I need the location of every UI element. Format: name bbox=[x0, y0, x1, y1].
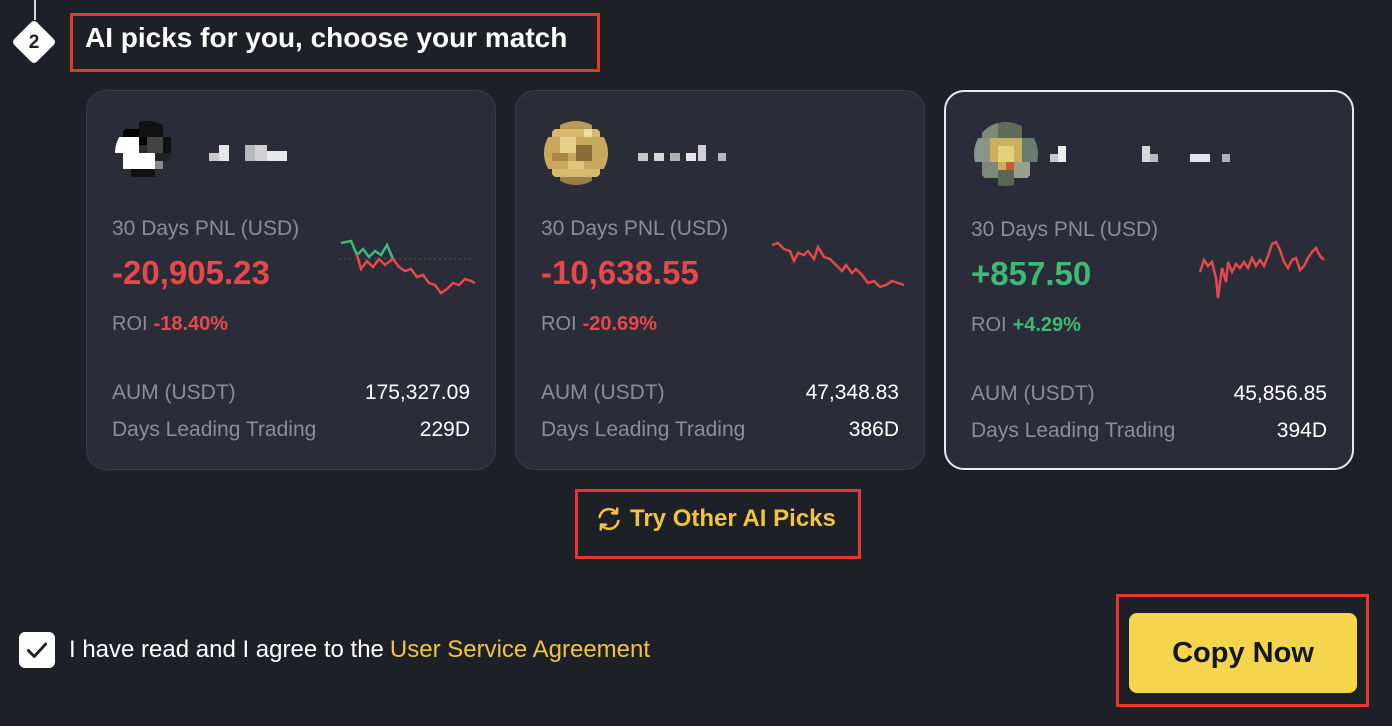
pnl-label: 30 Days PNL (USD) bbox=[971, 218, 1159, 241]
trader-avatar bbox=[115, 121, 179, 185]
pnl-value: -20,905.23 bbox=[112, 254, 270, 291]
try-other-picks-button[interactable]: Try Other AI Picks bbox=[594, 504, 836, 534]
aum-label: AUM (USDT) bbox=[541, 381, 665, 404]
trader-avatar bbox=[544, 121, 608, 185]
pnl-label: 30 Days PNL (USD) bbox=[112, 217, 300, 240]
roi-label: ROI bbox=[971, 314, 1007, 336]
roi-value: +4.29% bbox=[1012, 314, 1081, 336]
section-title: AI picks for you, choose your match bbox=[85, 22, 568, 53]
pnl-sparkline bbox=[771, 241, 904, 289]
agreement-label: I have read and I agree to the bbox=[69, 636, 384, 663]
trader-name-masked bbox=[638, 145, 726, 161]
roi-row: ROI -20.69% bbox=[541, 313, 657, 336]
trader-card-3[interactable]: 30 Days PNL (USD) +857.50 ROI +4.29% AUM … bbox=[944, 90, 1354, 470]
page: 2 AI picks for you, choose your match 30… bbox=[0, 0, 1392, 726]
days-label: Days Leading Trading bbox=[971, 419, 1176, 442]
roi-label: ROI bbox=[112, 313, 148, 335]
agreement-text: I have read and I agree to the User Servi… bbox=[69, 636, 650, 664]
aum-label: AUM (USDT) bbox=[112, 381, 236, 404]
pnl-label: 30 Days PNL (USD) bbox=[541, 217, 729, 240]
step-connector-line bbox=[34, 0, 36, 20]
step-number: 2 bbox=[28, 32, 40, 53]
trader-card-1[interactable]: 30 Days PNL (USD) -20,905.23 ROI -18.40% … bbox=[86, 90, 496, 470]
trader-avatar bbox=[974, 122, 1038, 186]
aum-value: 45,856.85 bbox=[1233, 382, 1327, 405]
roi-value: -20.69% bbox=[582, 313, 658, 335]
copy-now-button[interactable]: Copy Now bbox=[1129, 613, 1357, 693]
refresh-icon bbox=[598, 507, 620, 531]
trader-name-masked bbox=[1050, 146, 1230, 162]
roi-label: ROI bbox=[541, 313, 577, 335]
days-label: Days Leading Trading bbox=[541, 418, 746, 441]
days-value: 386D bbox=[848, 418, 899, 441]
roi-value: -18.40% bbox=[153, 313, 229, 335]
pnl-value: +857.50 bbox=[971, 255, 1092, 292]
roi-row: ROI +4.29% bbox=[971, 314, 1081, 337]
pnl-value: -10,638.55 bbox=[541, 254, 699, 291]
days-value: 229D bbox=[419, 418, 470, 441]
user-service-agreement-link[interactable]: User Service Agreement bbox=[390, 636, 650, 663]
pnl-sparkline bbox=[339, 239, 475, 295]
days-label: Days Leading Trading bbox=[112, 418, 317, 441]
checkmark-icon bbox=[26, 642, 48, 658]
aum-label: AUM (USDT) bbox=[971, 382, 1095, 405]
days-value: 394D bbox=[1276, 419, 1327, 442]
roi-row: ROI -18.40% bbox=[112, 313, 228, 336]
pnl-sparkline bbox=[1198, 240, 1325, 299]
aum-value: 47,348.83 bbox=[805, 381, 899, 404]
trader-card-2[interactable]: 30 Days PNL (USD) -10,638.55 ROI -20.69% … bbox=[515, 90, 925, 470]
aum-value: 175,327.09 bbox=[364, 381, 470, 404]
trader-name-masked bbox=[209, 145, 287, 161]
try-other-picks-label: Try Other AI Picks bbox=[630, 505, 836, 532]
agreement-checkbox[interactable] bbox=[19, 632, 55, 668]
